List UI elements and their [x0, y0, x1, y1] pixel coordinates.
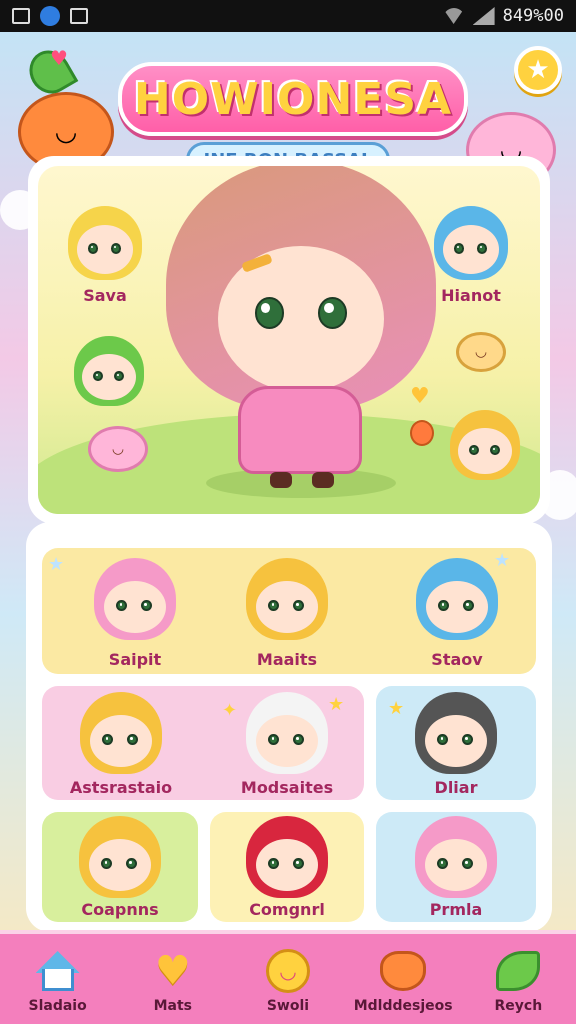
app-notification-icon — [40, 6, 60, 26]
featured-character-card[interactable]: ♥ Sava ◡ Hianot ◡ — [28, 156, 550, 524]
star-button[interactable]: ★ — [514, 46, 562, 94]
nav-label: Mats — [153, 998, 192, 1014]
heart-icon: ♥ — [410, 384, 430, 409]
character-card[interactable]: Maaits — [212, 548, 362, 674]
leaf-icon — [493, 948, 543, 994]
lollipop-icon — [410, 420, 434, 446]
star-icon: ★ — [494, 550, 511, 571]
image-icon — [70, 8, 88, 24]
signal-icon — [472, 7, 495, 25]
character-name: Staov — [431, 650, 483, 669]
yellow-pet-icon: ◡ — [456, 332, 506, 372]
app-title: HOWIONESA — [118, 62, 468, 136]
nav-item-mats[interactable]: ♥ Mats — [121, 948, 225, 1014]
character-name: Modsaites — [240, 778, 334, 797]
character-name: Prmla — [429, 900, 483, 919]
star-icon: ★ — [48, 554, 65, 575]
character-card[interactable]: Astsrastaio — [46, 686, 196, 800]
pink-pet-icon: ◡ — [88, 426, 148, 472]
character-card[interactable]: Prmla — [376, 812, 536, 922]
character-name: Sava — [83, 286, 127, 305]
heart-icon: ♥ — [154, 948, 191, 994]
house-icon — [33, 948, 83, 994]
star-icon: ★ — [328, 694, 345, 715]
heart-icon: ♥ — [50, 46, 68, 70]
character-name: Hianot — [441, 286, 501, 305]
character-name: Maaits — [256, 650, 318, 669]
bear-icon — [378, 948, 428, 994]
hero-character-sava[interactable]: Sava — [68, 206, 142, 305]
nav-label: Mdlddesjeos — [353, 998, 453, 1014]
smiley-icon: ◡ — [263, 948, 313, 994]
green-hair-character[interactable] — [74, 336, 144, 406]
nav-item-reych[interactable]: Reych — [466, 948, 570, 1014]
nav-item-mdlddesjeos[interactable]: Mdlddesjeos — [351, 948, 455, 1014]
nav-label: Reych — [494, 998, 543, 1014]
featured-character[interactable] — [166, 166, 436, 490]
nav-item-swoli[interactable]: ◡ Swoli — [236, 948, 340, 1014]
star-icon: ✦ — [222, 700, 238, 721]
nav-label: Swoli — [266, 998, 310, 1014]
hero-character-hianot[interactable]: Hianot — [434, 206, 508, 305]
gallery-icon — [12, 8, 30, 24]
character-card[interactable]: Saipit — [60, 548, 210, 674]
character-name: Dliar — [434, 778, 478, 797]
nav-item-sladaio[interactable]: Sladaio — [6, 948, 110, 1014]
star-icon: ★ — [388, 698, 405, 719]
bottom-navigation: Sladaio ♥ Mats ◡ Swoli Mdlddesjeos Reych — [0, 930, 576, 1024]
wifi-icon — [442, 8, 465, 24]
character-name: Coapnns — [81, 900, 159, 919]
status-bar: 849%00 — [0, 0, 576, 32]
character-grid: Saipit Maaits Staov ★ ★ Astsrastaio Mods… — [26, 522, 552, 932]
battery-text: 849%00 — [502, 6, 564, 26]
nav-label: Sladaio — [28, 998, 87, 1014]
character-card[interactable]: Coapnns — [42, 812, 198, 922]
character-card[interactable]: Comgnrl — [210, 812, 364, 922]
character-name: Comgnrl — [249, 900, 325, 919]
pink-dress — [238, 386, 362, 474]
character-name: Saipit — [108, 650, 162, 669]
character-name: Astsrastaio — [69, 778, 173, 797]
blonde-character[interactable] — [450, 410, 520, 480]
